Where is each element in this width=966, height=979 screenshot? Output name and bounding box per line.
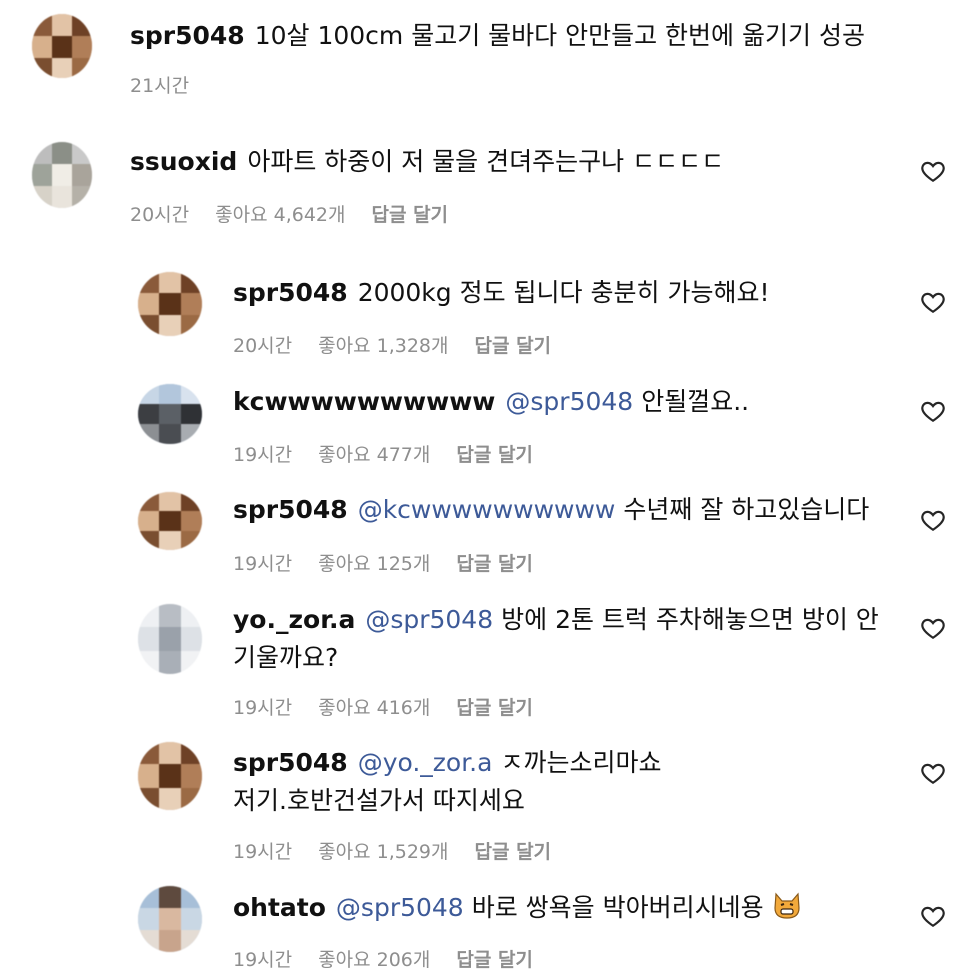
- like-count[interactable]: 좋아요 125개: [318, 553, 430, 575]
- comment-line: 저기.호반건설가서 따지세요: [233, 786, 525, 815]
- comment-body: 안될껄요..: [641, 387, 750, 416]
- comment-meta: 20시간 좋아요 1,328개 답글 달기: [233, 331, 577, 358]
- username[interactable]: ssuoxid: [130, 147, 237, 176]
- like-count[interactable]: 좋아요 206개: [318, 949, 430, 971]
- like-count[interactable]: 좋아요 477개: [318, 444, 430, 466]
- mention-link[interactable]: @spr5048: [336, 893, 464, 922]
- avatar[interactable]: [138, 384, 202, 444]
- heart-outline-icon[interactable]: [920, 289, 946, 315]
- like-count[interactable]: 좋아요 1,328개: [318, 335, 448, 357]
- comment-meta: 20시간 좋아요 4,642개 답글 달기: [130, 200, 474, 227]
- avatar[interactable]: [32, 14, 92, 78]
- comment-body: 아파트 하중이 저 물을 견뎌주는구나 ㄷㄷㄷㄷ: [247, 147, 725, 176]
- avatar[interactable]: [138, 742, 202, 810]
- comment-meta: 21시간: [130, 71, 215, 98]
- comment-line: 기울까요?: [233, 643, 339, 672]
- reply-button[interactable]: 답글 달기: [456, 697, 533, 719]
- username[interactable]: spr5048: [233, 748, 348, 777]
- heart-outline-icon[interactable]: [920, 507, 946, 533]
- heart-outline-icon[interactable]: [920, 615, 946, 641]
- timestamp: 20시간: [233, 335, 293, 357]
- comment-text: ssuoxid 아파트 하중이 저 물을 견뎌주는구나 ㄷㄷㄷㄷ: [130, 143, 724, 181]
- comment-body: 방에 2톤 트럭 주차해놓으면 방이 안: [501, 605, 879, 634]
- comment-text: yo._zor.a @spr5048 방에 2톤 트럭 주차해놓으면 방이 안 기울…: [233, 601, 879, 677]
- comment-line: yo._zor.a @spr5048 방에 2톤 트럭 주차해놓으면 방이 안: [233, 601, 879, 639]
- cat-emoji-icon: [773, 892, 800, 919]
- mention-link[interactable]: @yo._zor.a: [358, 748, 493, 777]
- heart-outline-icon[interactable]: [920, 158, 946, 184]
- username[interactable]: yo._zor.a: [233, 605, 355, 634]
- avatar[interactable]: [138, 886, 202, 952]
- timestamp: 19시간: [233, 444, 293, 466]
- mention-link[interactable]: @spr5048: [505, 387, 633, 416]
- avatar[interactable]: [138, 492, 202, 550]
- username[interactable]: ohtato: [233, 893, 326, 922]
- comment-body: 바로 쌍욕을 박아버리시네용: [471, 893, 764, 922]
- comment-meta: 19시간 좋아요 1,529개 답글 달기: [233, 837, 577, 864]
- comment-body: 2000kg 정도 됩니다 충분히 가능해요!: [357, 278, 770, 307]
- like-count[interactable]: 좋아요 4,642개: [215, 204, 345, 226]
- like-count[interactable]: 좋아요 416개: [318, 697, 430, 719]
- avatar[interactable]: [138, 604, 202, 674]
- comment-meta: 19시간 좋아요 125개 답글 달기: [233, 549, 559, 576]
- comment-body: ㅈ까는소리마쇼: [500, 748, 662, 777]
- comment-line: spr5048 @yo._zor.a ㅈ까는소리마쇼: [233, 744, 661, 782]
- timestamp: 19시간: [233, 841, 293, 863]
- reply-button[interactable]: 답글 달기: [456, 949, 533, 971]
- heart-outline-icon[interactable]: [920, 903, 946, 929]
- comment-meta: 19시간 좋아요 206개 답글 달기: [233, 945, 559, 972]
- comment-text: ohtato @spr5048 바로 쌍욕을 박아버리시네용: [233, 889, 802, 927]
- heart-outline-icon[interactable]: [920, 760, 946, 786]
- reply-button[interactable]: 답글 달기: [456, 444, 533, 466]
- comment-text: spr5048 10살 100cm 물고기 물바다 안만들고 한번에 옮기기 성공: [130, 17, 865, 55]
- timestamp: 20시간: [130, 204, 190, 226]
- comment-body: 10살 100cm 물고기 물바다 안만들고 한번에 옮기기 성공: [254, 21, 865, 50]
- timestamp: 21시간: [130, 75, 190, 97]
- avatar[interactable]: [32, 142, 92, 208]
- comment-meta: 19시간 좋아요 416개 답글 달기: [233, 693, 559, 720]
- timestamp: 19시간: [233, 949, 293, 971]
- username[interactable]: spr5048: [233, 495, 348, 524]
- mention-link[interactable]: @kcwwwwwwwwww: [358, 495, 616, 524]
- username[interactable]: kcwwwwwwwwww: [233, 387, 495, 416]
- comment-text: spr5048 2000kg 정도 됩니다 충분히 가능해요!: [233, 274, 769, 312]
- comment-body: 수년째 잘 하고있습니다: [623, 495, 870, 524]
- comment-text: spr5048 @yo._zor.a ㅈ까는소리마쇼 저기.호반건설가서 따지세요: [233, 744, 661, 820]
- reply-button[interactable]: 답글 달기: [475, 335, 552, 357]
- reply-button[interactable]: 답글 달기: [456, 553, 533, 575]
- username[interactable]: spr5048: [130, 21, 245, 50]
- comment-text: kcwwwwwwwwww @spr5048 안될껄요..: [233, 383, 749, 421]
- reply-button[interactable]: 답글 달기: [372, 204, 449, 226]
- comment-text: spr5048 @kcwwwwwwwwww 수년째 잘 하고있습니다: [233, 491, 869, 529]
- mention-link[interactable]: @spr5048: [365, 605, 493, 634]
- like-count[interactable]: 좋아요 1,529개: [318, 841, 448, 863]
- avatar[interactable]: [138, 272, 202, 336]
- timestamp: 19시간: [233, 697, 293, 719]
- reply-button[interactable]: 답글 달기: [475, 841, 552, 863]
- timestamp: 19시간: [233, 553, 293, 575]
- username[interactable]: spr5048: [233, 278, 348, 307]
- comment-meta: 19시간 좋아요 477개 답글 달기: [233, 440, 559, 467]
- heart-outline-icon[interactable]: [920, 398, 946, 424]
